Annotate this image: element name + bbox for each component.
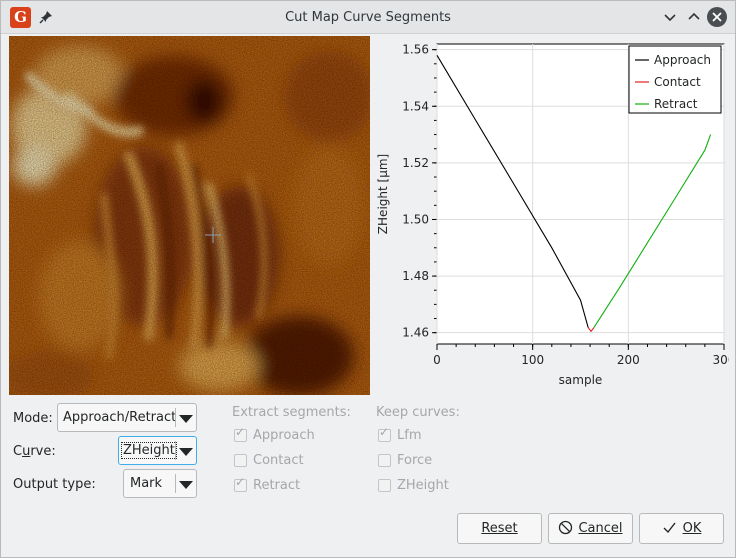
check-icon: ✓ bbox=[379, 425, 390, 439]
x-tick-label: 300 bbox=[713, 353, 729, 367]
mode-label: Mode: bbox=[13, 411, 53, 426]
y-tick-label: 1.56 bbox=[402, 43, 429, 57]
curve-value: ZHeight bbox=[121, 442, 177, 459]
ok-button[interactable]: OK bbox=[639, 513, 724, 544]
reset-button[interactable]: Reset bbox=[457, 513, 542, 544]
close-icon[interactable] bbox=[707, 7, 727, 27]
reset-button-label: Reset bbox=[481, 521, 518, 536]
window-title: Cut Map Curve Segments bbox=[285, 10, 451, 25]
y-tick-label: 1.52 bbox=[402, 156, 429, 170]
x-tick-label: 200 bbox=[617, 353, 640, 367]
dialog-window: G Cut Map Curve Segments 1.56 1.54 1.52 … bbox=[0, 0, 736, 558]
mode-combo[interactable]: Approach/Retract bbox=[57, 403, 197, 432]
curve-label: Curve: bbox=[13, 444, 56, 459]
keep-curves-title: Keep curves: bbox=[376, 405, 460, 420]
cancel-button-label: Cancel bbox=[578, 521, 623, 536]
height-map-image[interactable] bbox=[9, 36, 370, 395]
output-type-combo[interactable]: Mark bbox=[123, 469, 197, 498]
check-icon: ✓ bbox=[235, 425, 246, 439]
y-tick-label: 1.48 bbox=[402, 269, 429, 283]
check-icon: ✓ bbox=[235, 475, 246, 489]
x-axis-label: sample bbox=[559, 373, 603, 387]
curve-graph[interactable]: 1.56 1.54 1.52 1.50 1.48 1.46 0 100 200 300 sample… bbox=[374, 36, 729, 396]
chevron-down-icon bbox=[179, 481, 193, 489]
legend-label: Contact bbox=[654, 75, 701, 89]
output-type-label: Output type: bbox=[13, 477, 96, 492]
x-tick-label: 0 bbox=[433, 353, 441, 367]
mode-value: Approach/Retract bbox=[63, 410, 177, 425]
x-tick-label: 100 bbox=[521, 353, 544, 367]
chevron-down-icon bbox=[179, 415, 193, 423]
legend-label: Approach bbox=[654, 53, 711, 67]
chevron-down-icon bbox=[179, 448, 193, 456]
minimize-icon[interactable] bbox=[660, 7, 680, 27]
y-tick-label: 1.54 bbox=[402, 99, 429, 113]
output-type-value: Mark bbox=[130, 476, 163, 491]
y-tick-label: 1.50 bbox=[402, 212, 429, 226]
title-bar[interactable]: G Cut Map Curve Segments bbox=[1, 1, 735, 34]
extract-segments-title: Extract segments: bbox=[232, 405, 351, 420]
ok-button-label: OK bbox=[682, 521, 702, 536]
checkmark-icon bbox=[663, 522, 676, 534]
cancel-icon bbox=[559, 520, 573, 535]
cancel-button[interactable]: Cancel bbox=[548, 513, 633, 544]
legend-label: Retract bbox=[654, 97, 698, 111]
maximize-icon[interactable] bbox=[684, 7, 704, 27]
y-axis-label: ZHeight [µm] bbox=[376, 154, 390, 234]
y-tick-label: 1.46 bbox=[402, 326, 429, 340]
curve-combo[interactable]: ZHeight bbox=[118, 436, 197, 465]
